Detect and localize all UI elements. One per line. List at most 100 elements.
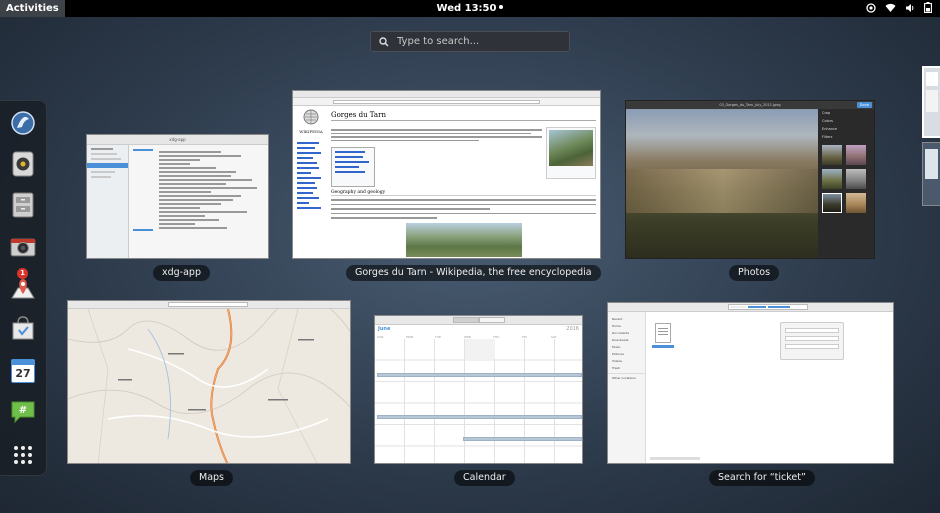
file-manager-icon bbox=[12, 192, 34, 218]
window-photos[interactable]: 03_Gorges_du_Tarn_July_2011.jpeg Done Cr… bbox=[625, 100, 875, 259]
chat-icon: # bbox=[11, 401, 35, 424]
map-canvas[interactable] bbox=[68, 309, 351, 464]
sidebar-item-other-locations[interactable]: Other Locations bbox=[608, 373, 645, 381]
wifi-icon bbox=[885, 3, 896, 12]
show-apps-icon bbox=[14, 446, 32, 464]
sidebar-item-downloads[interactable]: Downloads bbox=[608, 336, 645, 343]
window-maps[interactable] bbox=[67, 300, 351, 464]
workspace-thumbnail-1[interactable] bbox=[922, 66, 940, 138]
sidebar-item-home[interactable]: Home bbox=[608, 322, 645, 329]
xdg-sidebar bbox=[87, 145, 129, 258]
search-result-file[interactable] bbox=[652, 323, 674, 348]
search-bar[interactable] bbox=[370, 31, 570, 52]
wikipedia-article: Gorges du Tarn Geography and geology bbox=[331, 111, 596, 258]
dash-item-software[interactable] bbox=[9, 314, 37, 342]
search-icon bbox=[379, 36, 389, 47]
clock-label: Wed 13:50 bbox=[436, 3, 497, 14]
calendar-month: June bbox=[378, 326, 391, 332]
article-infobox-image bbox=[546, 127, 596, 179]
xdg-labels bbox=[133, 149, 153, 231]
wikipedia-logo-text: WIKIPEDIA bbox=[299, 129, 323, 134]
edit-item-colors[interactable]: Colors bbox=[818, 117, 874, 125]
browser-tabbar bbox=[293, 91, 600, 98]
article-panorama-image bbox=[405, 222, 522, 257]
xdg-header-title: xdg-app bbox=[169, 137, 186, 142]
document-file-icon bbox=[655, 323, 671, 343]
files-search-input[interactable] bbox=[728, 304, 808, 310]
article-title: Gorges du Tarn bbox=[331, 111, 596, 121]
software-store-icon bbox=[12, 316, 34, 340]
filter-thumbnails[interactable] bbox=[822, 145, 870, 213]
calendar-event[interactable] bbox=[377, 373, 582, 377]
calendar-event[interactable] bbox=[377, 415, 582, 419]
system-status-area[interactable] bbox=[866, 2, 932, 13]
wikipedia-logo[interactable]: WIKIPEDIA bbox=[296, 109, 326, 134]
window-wikipedia[interactable]: WIKIPEDIA Gorges du Tarn Geography and g… bbox=[292, 90, 601, 259]
files-status-text bbox=[650, 457, 700, 460]
notification-dot-icon bbox=[499, 5, 504, 9]
sidebar-item-pictures[interactable]: Pictures bbox=[608, 350, 645, 357]
wikipedia-left-nav bbox=[297, 139, 327, 212]
sidebar-item-music[interactable]: Music bbox=[608, 343, 645, 350]
accessibility-icon bbox=[866, 2, 876, 13]
caption-xdg-app[interactable]: xdg-app bbox=[153, 265, 210, 281]
photos-done-button[interactable]: Done bbox=[856, 102, 872, 108]
sidebar-item-recent[interactable]: Recent bbox=[608, 315, 645, 322]
photo-canvas[interactable] bbox=[626, 109, 820, 258]
dash-item-files[interactable] bbox=[9, 191, 37, 219]
section-heading: Geography and geology bbox=[331, 190, 596, 196]
photos-header-title: 03_Gorges_du_Tarn_July_2011.jpeg bbox=[719, 103, 781, 107]
photos-edit-panel: Crop Colors Enhance Filters bbox=[818, 109, 874, 258]
calendar-event[interactable] bbox=[463, 437, 582, 441]
dash-item-calendar[interactable]: 27 bbox=[9, 357, 37, 385]
window-calendar[interactable]: June 2016 SUN MON TUE WED THU FRI SAT bbox=[374, 315, 583, 464]
music-player-icon bbox=[12, 151, 34, 177]
calendar-icon-date: 27 bbox=[15, 367, 31, 380]
caption-calendar[interactable]: Calendar bbox=[454, 470, 515, 486]
clock[interactable]: Wed 13:50 bbox=[0, 0, 940, 17]
sidebar-item-videos[interactable]: Videos bbox=[608, 357, 645, 364]
dash: 1 27 # bbox=[0, 100, 47, 476]
caption-maps[interactable]: Maps bbox=[190, 470, 233, 486]
volume-icon bbox=[906, 3, 914, 12]
xdg-log-text bbox=[159, 149, 262, 231]
dash-item-browser[interactable] bbox=[9, 109, 37, 137]
caption-wikipedia[interactable]: Gorges du Tarn - Wikipedia, the free enc… bbox=[346, 265, 601, 281]
table-of-contents bbox=[331, 147, 375, 187]
calendar-month-bar: June 2016 bbox=[375, 325, 582, 335]
calendar-month-grid[interactable] bbox=[375, 339, 582, 463]
edit-item-enhance[interactable]: Enhance bbox=[818, 125, 874, 133]
sidebar-item-documents[interactable]: Documents bbox=[608, 329, 645, 336]
search-filter-popover[interactable] bbox=[780, 322, 844, 360]
caption-photos[interactable]: Photos bbox=[729, 265, 780, 281]
dash-item-camera[interactable] bbox=[9, 232, 37, 260]
workspace-thumbnail-2[interactable] bbox=[922, 142, 940, 206]
window-xdg-app[interactable]: xdg-app bbox=[86, 134, 269, 259]
edit-item-filters[interactable]: Filters bbox=[818, 133, 874, 141]
show-applications-button[interactable] bbox=[9, 441, 37, 469]
calendar-header bbox=[375, 316, 582, 325]
edit-item-crop[interactable]: Crop bbox=[818, 109, 874, 117]
battery-icon bbox=[924, 2, 932, 13]
maps-header bbox=[68, 301, 350, 309]
dash-item-music[interactable] bbox=[9, 150, 37, 178]
web-browser-icon bbox=[11, 111, 35, 135]
browser-urlbar[interactable] bbox=[293, 98, 600, 106]
xdg-titlebar: xdg-app bbox=[87, 135, 268, 145]
camera-icon bbox=[10, 238, 36, 257]
calendar-view-switcher[interactable] bbox=[453, 317, 505, 323]
dash-item-maps[interactable]: 1 bbox=[9, 268, 37, 301]
search-input[interactable] bbox=[397, 36, 557, 47]
maps-notification-badge: 1 bbox=[17, 268, 28, 279]
photos-header: 03_Gorges_du_Tarn_July_2011.jpeg Done bbox=[626, 101, 874, 109]
dash-item-chat[interactable]: # bbox=[9, 398, 37, 426]
calendar-year: 2016 bbox=[566, 326, 579, 332]
svg-text:#: # bbox=[19, 405, 27, 416]
window-files-search[interactable]: Recent Home Documents Downloads Music Pi… bbox=[607, 302, 894, 464]
wikipedia-globe-icon bbox=[303, 109, 319, 125]
caption-files-search[interactable]: Search for “ticket” bbox=[709, 470, 815, 486]
files-sidebar: Recent Home Documents Downloads Music Pi… bbox=[608, 312, 646, 463]
files-header bbox=[608, 303, 893, 312]
sidebar-item-trash[interactable]: Trash bbox=[608, 364, 645, 371]
calendar-icon: 27 bbox=[11, 359, 35, 383]
